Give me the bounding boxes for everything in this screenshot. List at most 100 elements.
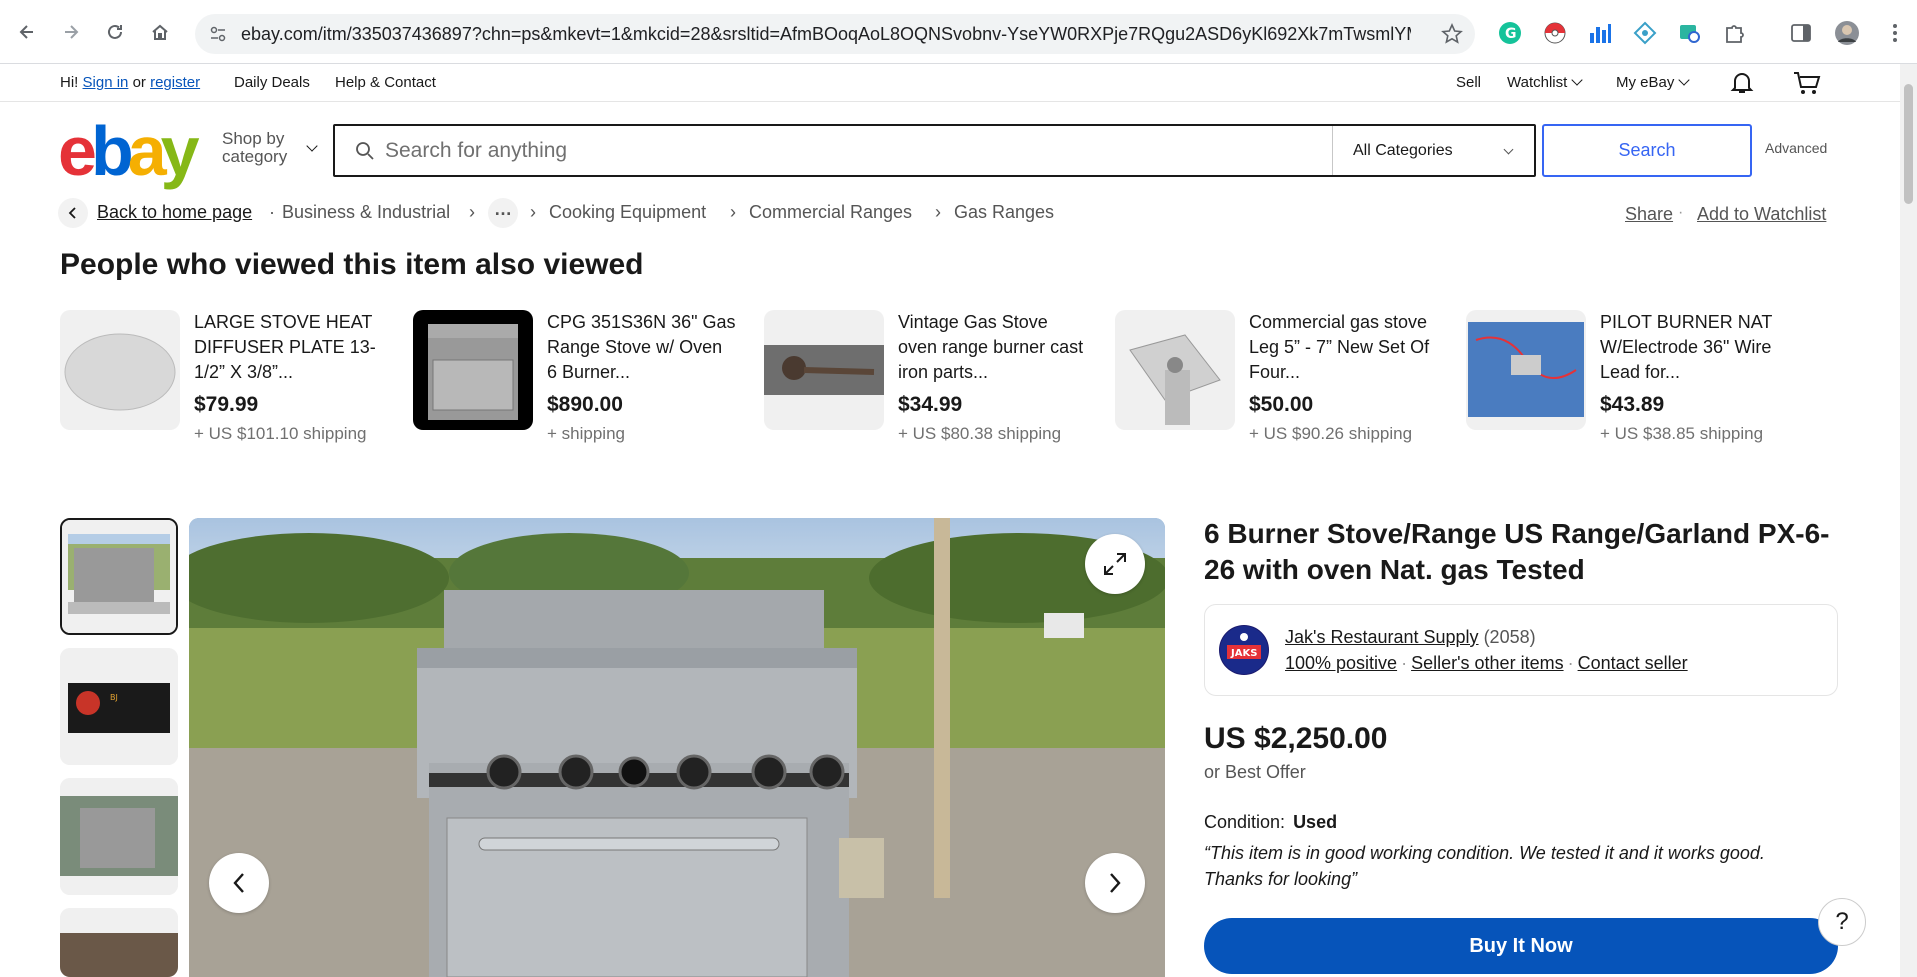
seller-notes: “This item is in good working condition.…	[1204, 843, 1765, 889]
scrollbar-thumb[interactable]	[1904, 84, 1913, 204]
list-item[interactable]: Commercial gas stove Leg 5” - 7” New Set…	[1115, 310, 1455, 470]
sign-in-link[interactable]: Sign in	[83, 74, 129, 91]
thumbnail-4[interactable]	[60, 908, 178, 977]
list-item[interactable]: PILOT BURNER NAT W/Electrode 36" Wire Le…	[1466, 310, 1806, 470]
back-arrow-icon[interactable]	[12, 17, 42, 47]
my-ebay-label: My eBay	[1616, 74, 1675, 91]
daily-deals-link[interactable]: Daily Deals	[234, 74, 310, 91]
svg-text:BJ: BJ	[110, 693, 118, 702]
item-title[interactable]: Vintage Gas Stove oven range burner cast…	[898, 310, 1088, 385]
back-home-link[interactable]: Back to home page	[97, 202, 252, 223]
crumb-cooking-equipment[interactable]: Cooking Equipment	[549, 202, 706, 223]
item-title[interactable]: PILOT BURNER NAT W/Electrode 36" Wire Le…	[1600, 310, 1790, 385]
help-contact-link[interactable]: Help & Contact	[335, 74, 436, 91]
cart-icon[interactable]	[1792, 70, 1822, 96]
product-thumbnail[interactable]	[1466, 310, 1586, 430]
item-shipping: + US $101.10 shipping	[194, 424, 367, 443]
list-item[interactable]: Vintage Gas Stove oven range burner cast…	[764, 310, 1104, 470]
grammarly-extension-icon[interactable]: G	[1497, 20, 1523, 46]
shop-by-category-button[interactable]: Shop by category	[222, 130, 287, 166]
profile-avatar[interactable]	[1834, 20, 1860, 46]
previous-image-button[interactable]	[209, 853, 269, 913]
product-thumbnail[interactable]	[60, 310, 180, 430]
category-select[interactable]: All Categories	[1332, 126, 1534, 175]
search-icon	[356, 142, 374, 160]
register-link[interactable]: register	[150, 74, 200, 91]
crumb-business-industrial[interactable]: Business & Industrial	[282, 202, 450, 223]
chevron-down-icon[interactable]	[306, 140, 318, 152]
seller-name-link[interactable]: Jak's Restaurant Supply	[1285, 627, 1479, 647]
product-thumbnail[interactable]	[1115, 310, 1235, 430]
product-title: 6 Burner Stove/Range US Range/Garland PX…	[1204, 518, 1830, 585]
search-input[interactable]	[385, 135, 1285, 167]
search-button[interactable]: Search	[1542, 124, 1752, 177]
fullscreen-button[interactable]	[1085, 534, 1145, 594]
chevron-down-icon	[1571, 74, 1583, 86]
magnifier-extension-icon[interactable]	[1677, 20, 1703, 46]
greeting: Hi! Sign in or register	[60, 74, 200, 91]
item-price: $34.99	[898, 393, 963, 416]
crumb-commercial-ranges[interactable]: Commercial Ranges	[749, 202, 912, 223]
next-image-button[interactable]	[1085, 853, 1145, 913]
my-ebay-menu[interactable]: My eBay	[1616, 74, 1691, 91]
main-product-image[interactable]	[189, 518, 1165, 977]
chevron-right-icon: ›	[530, 202, 536, 222]
ebay-logo[interactable]: ebay	[58, 116, 200, 186]
help-button[interactable]: ?	[1818, 898, 1866, 946]
pokeball-extension-icon[interactable]	[1542, 20, 1568, 46]
thumbnail-1[interactable]	[60, 518, 178, 635]
chevron-right-icon: ›	[935, 202, 941, 222]
home-icon[interactable]	[145, 17, 175, 47]
watchlist-label: Watchlist	[1507, 74, 1568, 91]
seller-feedback-count[interactable]: (2058)	[1484, 627, 1536, 647]
thumbnail-3[interactable]	[60, 778, 178, 895]
contact-seller-link[interactable]: Contact seller	[1578, 653, 1688, 673]
buy-it-now-button[interactable]: Buy It Now	[1204, 918, 1838, 974]
advanced-search-link[interactable]: Advanced	[1765, 140, 1827, 156]
category-select-value: All Categories	[1353, 142, 1453, 159]
reload-icon[interactable]	[100, 17, 130, 47]
page-scrollbar[interactable]	[1900, 64, 1917, 977]
shop-by-label: Shop by	[222, 129, 285, 148]
item-title[interactable]: Commercial gas stove Leg 5” - 7” New Set…	[1249, 310, 1439, 385]
logo-letter: y	[160, 112, 200, 190]
crumb-gas-ranges[interactable]: Gas Ranges	[954, 202, 1054, 223]
site-info-icon[interactable]	[209, 25, 227, 43]
item-price: $50.00	[1249, 393, 1314, 416]
puzzle-extensions-icon[interactable]	[1722, 20, 1748, 46]
chevron-left-icon	[233, 873, 244, 893]
breadcrumb: Back to home page · Business & Industria…	[58, 198, 1838, 230]
seller-avatar[interactable]: JAKS	[1219, 625, 1269, 675]
thumbnail-2[interactable]: BJ	[60, 648, 178, 765]
positive-feedback-link[interactable]: 100% positive	[1285, 653, 1397, 673]
product-thumbnail[interactable]	[764, 310, 884, 430]
watchlist-menu[interactable]: Watchlist	[1507, 74, 1583, 91]
search-bar: All Categories	[333, 124, 1536, 177]
list-item[interactable]: CPG 351S36N 36" Gas Range Stove w/ Oven …	[413, 310, 753, 470]
chart-extension-icon[interactable]	[1587, 20, 1613, 46]
url-text[interactable]: ebay.com/itm/335037436897?chn=ps&mkevt=1…	[241, 24, 1411, 45]
item-title[interactable]: CPG 351S36N 36" Gas Range Stove w/ Oven …	[547, 310, 737, 385]
forward-arrow-icon[interactable]	[56, 17, 86, 47]
item-shipping: + shipping	[547, 424, 625, 443]
address-bar[interactable]: ebay.com/itm/335037436897?chn=ps&mkevt=1…	[195, 14, 1475, 54]
add-to-watchlist-link[interactable]: Add to Watchlist	[1697, 204, 1826, 225]
more-crumbs-button[interactable]: …	[488, 198, 518, 228]
sell-link[interactable]: Sell	[1456, 74, 1481, 91]
seller-other-items-link[interactable]: Seller's other items	[1411, 653, 1564, 673]
browser-menu-icon[interactable]	[1882, 20, 1908, 46]
bookmark-star-icon[interactable]	[1441, 23, 1463, 45]
diamond-extension-icon[interactable]	[1632, 20, 1658, 46]
share-link[interactable]: Share	[1625, 204, 1673, 225]
list-item[interactable]: LARGE STOVE HEAT DIFFUSER PLATE 13-1/2” …	[60, 310, 400, 470]
chevron-left-icon	[68, 207, 76, 219]
back-button[interactable]	[58, 198, 88, 228]
product-thumbnail[interactable]	[413, 310, 533, 430]
notification-bell-icon[interactable]	[1729, 70, 1755, 96]
separator-dot: ·	[1678, 204, 1684, 221]
item-title[interactable]: LARGE STOVE HEAT DIFFUSER PLATE 13-1/2” …	[194, 310, 384, 385]
greeting-or: or	[132, 74, 146, 91]
logo-letter: b	[90, 112, 134, 190]
condition-row: Condition: Used	[1204, 812, 1337, 833]
sidepanel-icon[interactable]	[1788, 20, 1814, 46]
